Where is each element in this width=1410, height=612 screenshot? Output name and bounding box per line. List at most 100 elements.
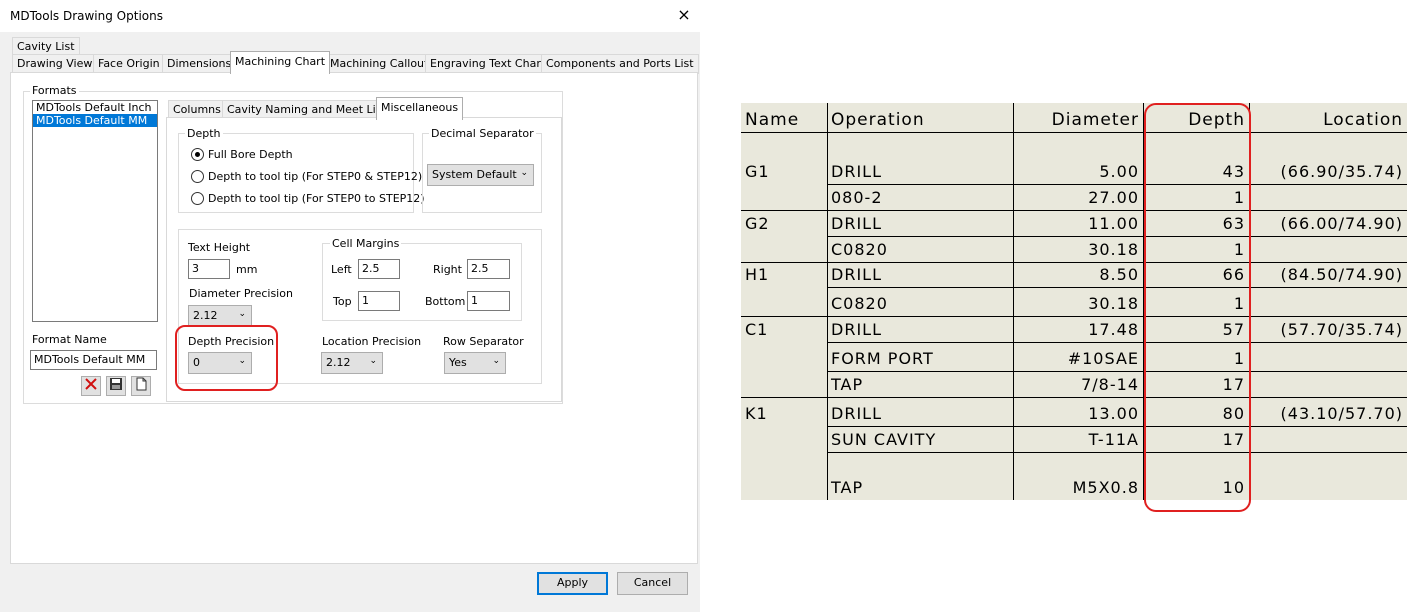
table-cell: G1 [745,162,770,181]
top-margin-field[interactable]: 1 [358,291,400,311]
table-header-cell: Location [1323,110,1403,130]
table-cell: TAP [831,478,864,497]
tab-drawing-view[interactable]: Drawing View [12,54,98,74]
tab-machining-callout[interactable]: Machining Callout [325,54,434,74]
subtab-miscellaneous[interactable]: Miscellaneous [376,97,464,120]
machining-chart-table: Name Operation Diameter Depth Location G1 DRIL… [741,103,1407,500]
delete-icon[interactable] [81,376,101,396]
bottom-margin-label: Bottom [425,295,466,308]
table-cell: DRILL [831,162,882,181]
formats-group-label: Formats [30,84,79,97]
cancel-button[interactable]: Cancel [617,572,688,595]
decimal-separator-value: System Default [432,168,517,181]
chevron-down-icon: ⌄ [492,356,500,366]
table-cell: 080-2 [831,188,883,207]
row-separator-label: Row Separator [443,335,524,348]
row-separator-dropdown[interactable]: Yes ⌄ [444,352,506,374]
table-cell: 27.00 [1088,188,1139,207]
table-row-divider [741,132,1407,133]
tab-components-ports-list[interactable]: Components and Ports List [541,54,699,74]
table-cell: DRILL [831,320,882,339]
save-icon[interactable] [106,376,126,396]
radio-label: Full Bore Depth [208,148,293,161]
depth-group-label: Depth [185,127,223,140]
table-cell: TAP [831,375,864,394]
chevron-down-icon: ⌄ [369,356,377,366]
radio-label: Depth to tool tip (For STEP0 & STEP12) [208,170,423,183]
location-precision-dropdown[interactable]: 2.12 ⌄ [321,352,383,374]
apply-button[interactable]: Apply [537,572,608,595]
right-margin-field[interactable]: 2.5 [467,259,510,279]
table-cell: 17.48 [1088,320,1139,339]
table-cell: #10SAE [1067,349,1139,368]
cell-margins-label: Cell Margins [330,237,402,250]
table-header-cell: Name [745,110,800,130]
chevron-down-icon: ⌄ [238,309,246,319]
table-cell: 30.18 [1088,240,1139,259]
text-height-label: Text Height [188,241,251,254]
table-cell: 13.00 [1088,404,1139,423]
right-margin-label: Right [433,263,462,276]
new-icon[interactable] [131,376,151,396]
tab-dimensions[interactable]: Dimensions [162,54,237,74]
table-cell: 8.50 [1099,265,1139,284]
table-column-divider [1013,103,1014,500]
format-name-label: Format Name [32,333,107,346]
radio-depth-tool-tip-step0-step12[interactable] [191,170,204,183]
bottom-margin-field[interactable]: 1 [467,291,510,311]
diameter-precision-dropdown[interactable]: 2.12 ⌄ [188,305,252,327]
table-row-divider [827,342,1407,343]
table-column-divider [827,103,828,500]
depth-column-highlight [1144,103,1251,512]
table-cell: (57.70/35.74) [1280,320,1403,339]
diameter-precision-value: 2.12 [193,309,218,322]
tab-face-origin[interactable]: Face Origin [93,54,165,74]
text-height-field[interactable]: 3 [188,259,230,279]
title-bar: MDTools Drawing Options × [0,0,700,32]
radio-depth-tool-tip-step0-to-step12[interactable] [191,192,204,205]
table-cell: DRILL [831,404,882,423]
depth-precision-highlight [175,325,278,391]
decimal-separator-dropdown[interactable]: System Default ⌄ [427,164,534,186]
tab-engraving-text-chart[interactable]: Engraving Text Chart [425,54,551,74]
window-title: MDTools Drawing Options [10,9,163,23]
list-item-selected[interactable]: MDTools Default MM [33,114,157,127]
chevron-down-icon: ⌄ [520,168,528,178]
table-row-divider [741,397,1407,398]
table-cell: 5.00 [1099,162,1139,181]
left-margin-field[interactable]: 2.5 [358,259,400,279]
table-cell: 30.18 [1088,294,1139,313]
table-cell: T-11A [1088,430,1139,449]
table-cell: M5X0.8 [1072,478,1139,497]
table-cell: K1 [745,404,768,423]
table-cell: (66.90/35.74) [1280,162,1403,181]
table-row-divider [827,184,1407,185]
table-cell: 7/8-14 [1081,375,1139,394]
location-precision-value: 2.12 [326,356,351,369]
tab-machining-chart[interactable]: Machining Chart [230,51,331,74]
format-name-field[interactable]: MDTools Default MM [30,350,157,370]
table-row-divider [741,316,1407,317]
table-cell: (66.00/74.90) [1280,214,1403,233]
text-height-unit: mm [236,263,258,276]
radio-full-bore[interactable] [191,148,204,161]
table-cell: DRILL [831,214,882,233]
table-cell: C1 [745,320,769,339]
table-header-cell: Diameter [1051,110,1139,130]
location-precision-label: Location Precision [322,335,422,348]
left-margin-label: Left [331,263,352,276]
formats-listbox[interactable]: MDTools Default Inch MDTools Default MM [32,100,158,322]
table-cell: FORM PORT [831,349,934,368]
table-cell: DRILL [831,265,882,284]
table-row-divider [827,236,1407,237]
table-header-cell: Operation [831,110,925,130]
list-item[interactable]: MDTools Default Inch [33,101,157,114]
table-row-divider [741,210,1407,211]
table-cell: G2 [745,214,770,233]
table-cell: (84.50/74.90) [1280,265,1403,284]
radio-label: Depth to tool tip (For STEP0 to STEP12) [208,192,425,205]
table-cell: (43.10/57.70) [1280,404,1403,423]
close-icon[interactable]: × [673,4,695,26]
table-cell: C0820 [831,240,888,259]
top-margin-label: Top [333,295,352,308]
